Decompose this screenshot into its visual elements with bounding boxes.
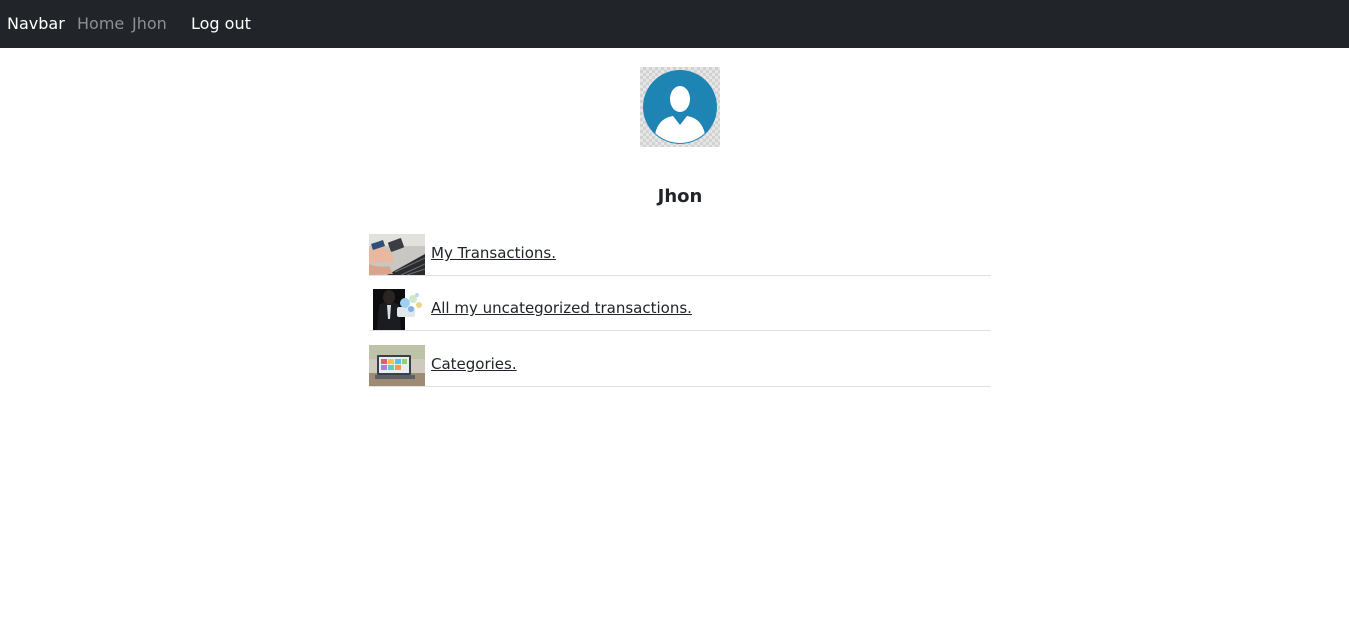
uncategorized-thumbnail	[369, 289, 425, 330]
menu-link-uncategorized[interactable]: All my uncategorized transactions.	[431, 299, 692, 317]
navbar: Navbar Home Jhon Log out	[0, 0, 1349, 48]
nav-link-user[interactable]: Jhon	[132, 14, 167, 33]
profile-name: Jhon	[657, 186, 703, 207]
menu-item-categories[interactable]: Categories.	[369, 345, 991, 387]
menu-item-transactions[interactable]: My Transactions.	[369, 234, 991, 276]
categories-thumbnail	[369, 345, 425, 386]
logout-link[interactable]: Log out	[191, 14, 251, 33]
navbar-brand[interactable]: Navbar	[7, 14, 65, 33]
menu-link-transactions[interactable]: My Transactions.	[431, 244, 556, 262]
user-avatar-icon	[643, 70, 717, 144]
transactions-thumbnail	[369, 234, 425, 275]
menu-item-uncategorized[interactable]: All my uncategorized transactions.	[369, 289, 991, 331]
nav-link-home[interactable]: Home	[77, 14, 124, 33]
menu-link-categories[interactable]: Categories.	[431, 355, 517, 373]
avatar	[640, 67, 720, 147]
